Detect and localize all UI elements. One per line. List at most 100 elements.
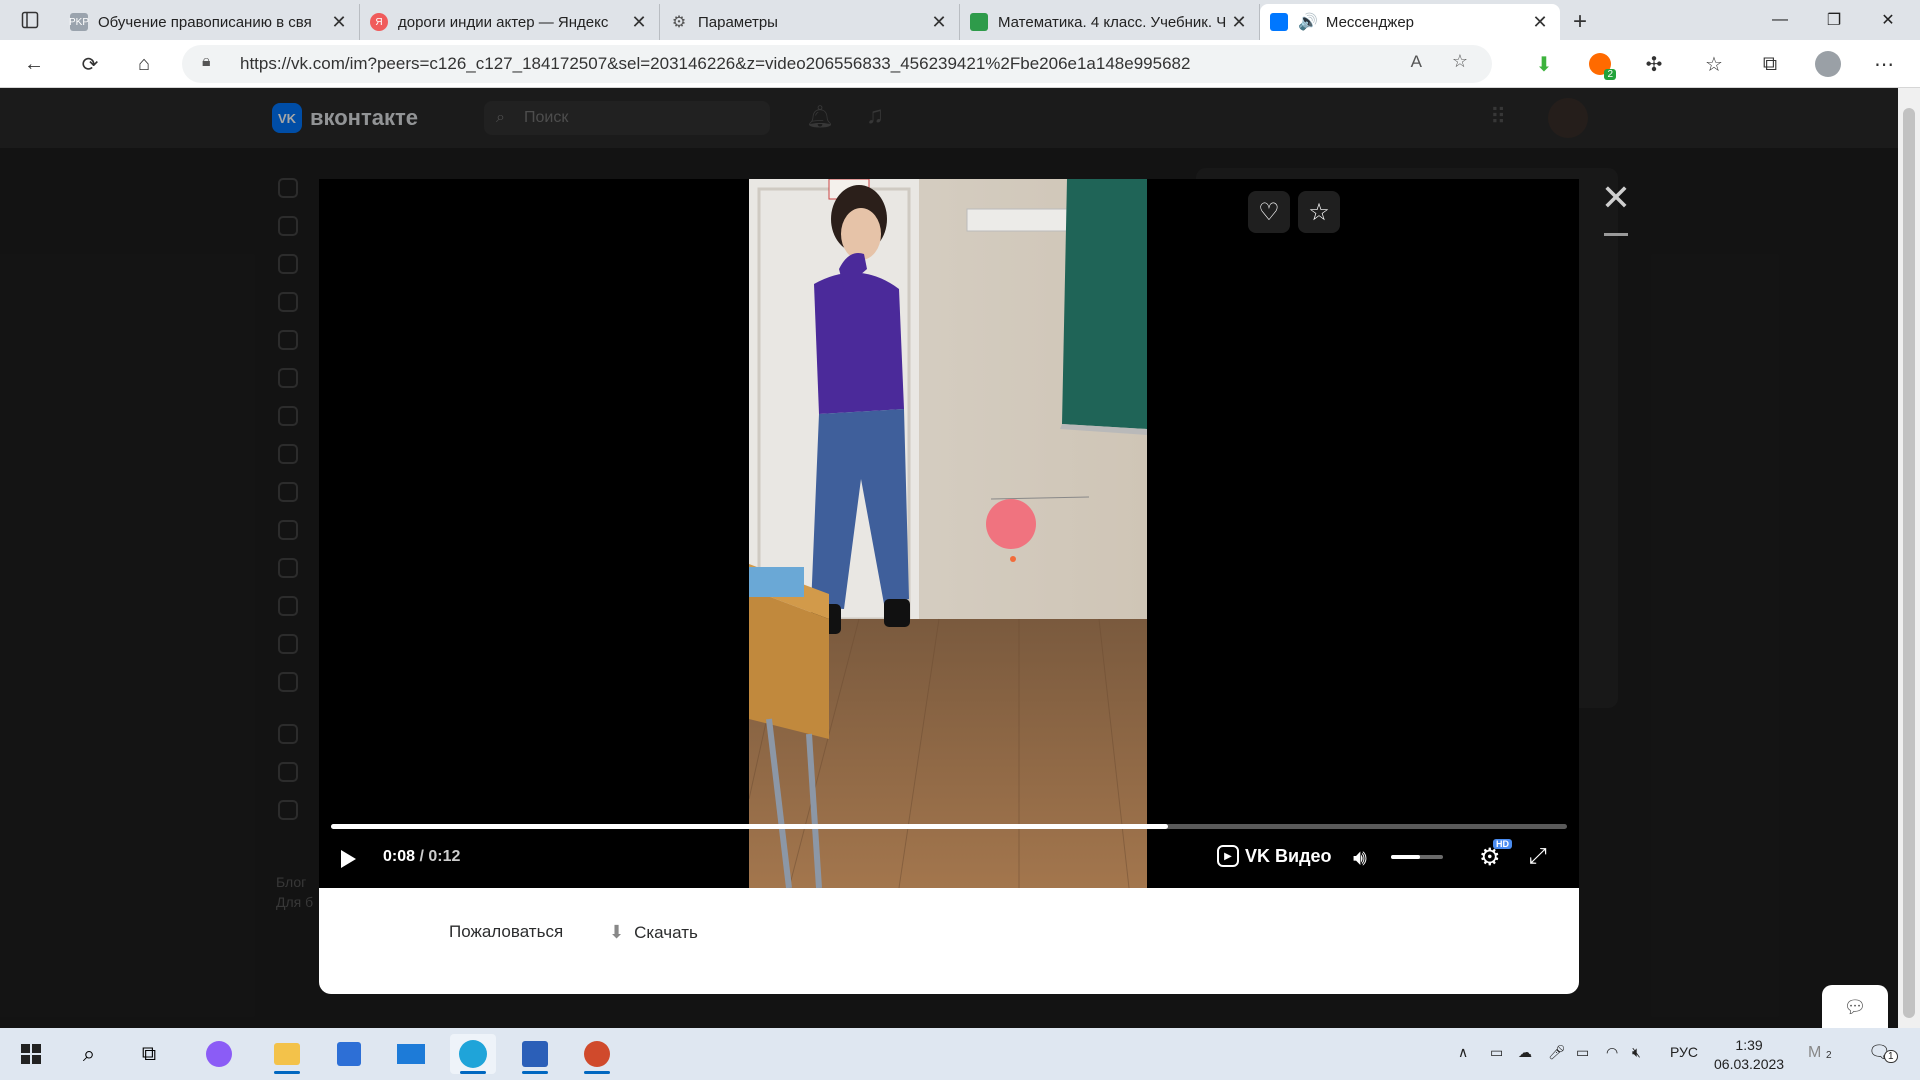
- word-icon: [522, 1041, 548, 1067]
- language-indicator[interactable]: РУС: [1670, 1044, 1698, 1060]
- clock[interactable]: 1:39 06.03.2023: [1714, 1036, 1784, 1074]
- store-button[interactable]: [326, 1034, 372, 1074]
- search-button[interactable]: ⌕: [66, 1034, 112, 1074]
- clock-date: 06.03.2023: [1714, 1056, 1785, 1072]
- edge-taskbar-button[interactable]: [450, 1034, 496, 1074]
- wifi-icon[interactable]: ◠: [1606, 1044, 1618, 1061]
- extension-button[interactable]: 2: [1582, 46, 1618, 82]
- download-arrow-icon: ⬇: [1535, 53, 1553, 76]
- lock-icon: 🔒︎: [202, 53, 211, 70]
- extensions-button[interactable]: ✣: [1636, 46, 1672, 82]
- volume-muted-icon[interactable]: 🔇︎: [1632, 1044, 1641, 1061]
- store-icon: [337, 1042, 361, 1066]
- start-button[interactable]: [8, 1034, 54, 1074]
- vk-video-brand-text: VK Видео: [1245, 845, 1332, 866]
- tab-close-icon[interactable]: ✕: [1229, 12, 1249, 33]
- close-modal-button[interactable]: ✕: [1598, 180, 1634, 216]
- powerpoint-icon: [584, 1041, 610, 1067]
- download-button[interactable]: ⬇ Скачать: [609, 922, 698, 943]
- new-tab-button[interactable]: +: [1560, 4, 1600, 40]
- tab-actions-button[interactable]: [0, 0, 60, 40]
- back-button[interactable]: ←: [16, 46, 52, 82]
- account-badge: 2: [1826, 1050, 1832, 1061]
- fullscreen-button[interactable]: ⤢: [1529, 843, 1547, 869]
- collections-button[interactable]: ⧉: [1752, 46, 1788, 82]
- volume-icon: 🔊︎: [1353, 845, 1367, 870]
- browser-tab-active[interactable]: 🔊 Мессенджер ✕: [1260, 4, 1560, 40]
- video-progress-bar[interactable]: [331, 824, 1567, 829]
- quality-settings-button[interactable]: ⚙ HD: [1479, 839, 1512, 872]
- favorite-video-button[interactable]: ☆: [1298, 191, 1340, 233]
- profile-button[interactable]: [1810, 46, 1846, 82]
- notifications-button[interactable]: 🗨︎ 1: [1868, 1042, 1898, 1063]
- browser-tab[interactable]: Математика. 4 класс. Учебник. Ч ✕: [960, 4, 1260, 40]
- minimize-player-button[interactable]: [1604, 233, 1628, 236]
- file-explorer-button[interactable]: [264, 1034, 310, 1074]
- meet-now-icon[interactable]: ▭: [1490, 1044, 1503, 1061]
- yandex-account-icon[interactable]: M 2: [1808, 1044, 1832, 1062]
- mail-button[interactable]: [388, 1034, 434, 1074]
- volume-slider[interactable]: [1391, 855, 1443, 859]
- video-player[interactable]: ♡ ☆ 0:08 / 0:12 ▶ VK Видео 🔊︎ ⚙ HD ⤢: [319, 179, 1579, 888]
- gear-icon: ⚙: [671, 14, 687, 31]
- extension-badge: 2: [1604, 69, 1616, 80]
- browser-tab[interactable]: ⚙ Параметры ✕: [660, 4, 960, 40]
- battery-icon[interactable]: ▭: [1576, 1044, 1589, 1061]
- settings-more-button[interactable]: ⋯: [1866, 46, 1902, 82]
- minimize-window-button[interactable]: —: [1750, 0, 1810, 40]
- close-icon: ✕: [1600, 177, 1632, 218]
- report-button[interactable]: Пожаловаться: [449, 922, 563, 942]
- tab-close-icon[interactable]: ✕: [1530, 12, 1550, 33]
- speaker-icon[interactable]: 🔊: [1298, 12, 1318, 32]
- refresh-icon: ⟳: [81, 53, 99, 76]
- vk-video-brand[interactable]: ▶ VK Видео: [1217, 845, 1332, 867]
- restore-window-button[interactable]: ❐: [1804, 0, 1864, 40]
- page-scrollbar[interactable]: [1898, 88, 1920, 1028]
- read-aloud-icon[interactable]: A: [1411, 52, 1422, 72]
- browser-tab[interactable]: Я дороги индии актер — Яндекс ✕: [360, 4, 660, 40]
- video-still: [749, 179, 1147, 888]
- play-button[interactable]: [333, 844, 363, 874]
- heart-icon: ♡: [1258, 198, 1280, 226]
- chat-widget-button[interactable]: 💬︎: [1822, 985, 1888, 1029]
- browser-tab[interactable]: PKP Обучение правописанию в свя ✕: [60, 4, 360, 40]
- word-button[interactable]: [512, 1034, 558, 1074]
- close-window-button[interactable]: ✕: [1858, 0, 1918, 40]
- tab-close-icon[interactable]: ✕: [929, 12, 949, 33]
- powerpoint-button[interactable]: [574, 1034, 620, 1074]
- microphone-icon[interactable]: 🎤︎: [1548, 1044, 1566, 1061]
- play-icon: [341, 850, 356, 868]
- url-text: https://vk.com/im?peers=c126_c127_184172…: [240, 54, 1191, 73]
- video-frame[interactable]: [749, 179, 1147, 888]
- like-video-button[interactable]: ♡: [1248, 191, 1290, 233]
- home-button[interactable]: ⌂: [126, 46, 162, 82]
- task-view-icon: ⧉: [141, 1042, 157, 1065]
- tab-close-icon[interactable]: ✕: [629, 12, 649, 33]
- tab-title: Обучение правописанию в свя: [98, 13, 312, 31]
- time-current: 0:08: [383, 848, 416, 865]
- time-display: 0:08 / 0:12: [383, 848, 460, 866]
- video-actions-panel: Пожаловаться ⬇ Скачать: [319, 888, 1579, 994]
- alice-button[interactable]: [196, 1034, 242, 1074]
- scrollbar-thumb[interactable]: [1903, 108, 1915, 1018]
- tray-chevron-icon[interactable]: ∧: [1458, 1044, 1468, 1061]
- task-view-button[interactable]: ⧉: [126, 1034, 172, 1074]
- search-icon: ⌕: [82, 1041, 96, 1066]
- reload-button[interactable]: ⟳: [72, 46, 108, 82]
- account-logo: M: [1808, 1044, 1822, 1061]
- yandex-favicon-icon: Я: [370, 13, 388, 31]
- address-bar[interactable]: 🔒︎ https://vk.com/im?peers=c126_c127_184…: [182, 45, 1492, 83]
- onedrive-icon[interactable]: ☁: [1518, 1044, 1532, 1061]
- edge-icon: [459, 1040, 487, 1068]
- mail-icon: [397, 1044, 425, 1064]
- favorites-button[interactable]: ☆: [1696, 46, 1732, 82]
- folder-icon: [274, 1043, 300, 1065]
- download-label: Скачать: [634, 922, 698, 942]
- running-indicator: [274, 1071, 300, 1074]
- download-extension-button[interactable]: ⬇: [1526, 46, 1562, 82]
- add-favorite-icon[interactable]: ☆: [1452, 51, 1468, 72]
- mute-button[interactable]: 🔊︎: [1353, 845, 1367, 871]
- tab-title: Мессенджер: [1325, 13, 1415, 31]
- tab-actions-icon: [21, 11, 39, 29]
- tab-close-icon[interactable]: ✕: [329, 12, 349, 33]
